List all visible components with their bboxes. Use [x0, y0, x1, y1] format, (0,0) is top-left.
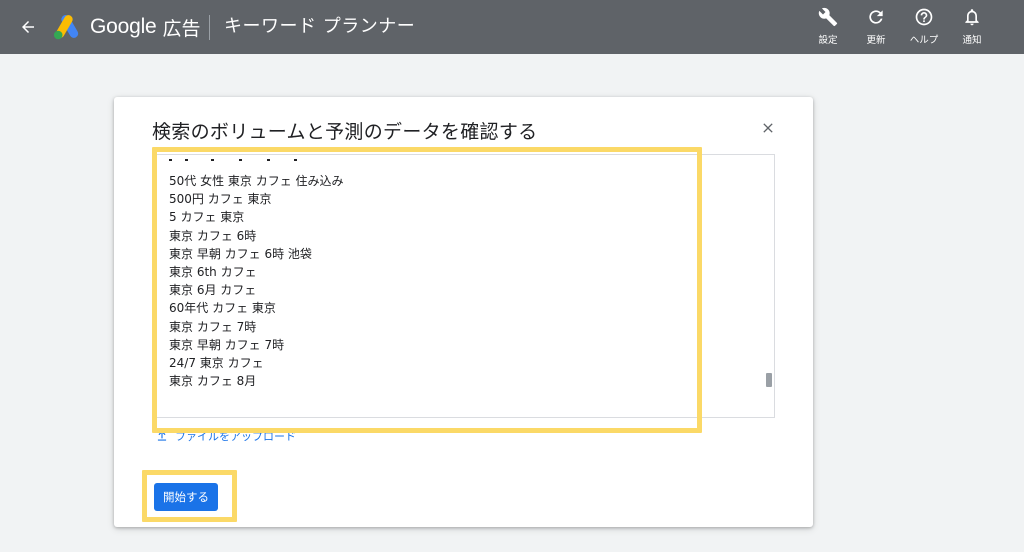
refresh-icon — [869, 10, 883, 24]
keyword-line: 東京 カフェ 8月 — [169, 374, 257, 389]
page-title: キーワード プランナー — [224, 16, 416, 37]
scrollbar-thumb[interactable] — [766, 373, 772, 387]
keywords-textarea[interactable]: 50代 女性 東京 カフェ 住み込み 500円 カフェ 東京 5 カフェ 東京 … — [155, 154, 775, 418]
keyword-line: 50代 女性 東京 カフェ 住み込み — [169, 174, 344, 188]
keyword-line: 24/7 東京 カフェ — [169, 356, 264, 371]
wrench-icon — [818, 7, 838, 27]
google-ads-logo-icon[interactable] — [53, 14, 81, 40]
topbar-divider — [209, 15, 210, 40]
clipped-text-fragment — [169, 159, 297, 161]
keyword-line: 東京 カフェ 6時 — [169, 228, 257, 243]
close-icon — [763, 123, 773, 133]
search-volume-dialog: 検索のボリュームと予測のデータを確認する 50代 女性 東京 カフェ 住み込み … — [114, 97, 813, 527]
clipped-keyword-row — [169, 155, 369, 161]
keyword-line: 500円 カフェ 東京 — [169, 192, 272, 207]
refresh-label: 更新 — [866, 35, 886, 46]
upload-file-label: ファイルをアップロード — [175, 430, 296, 443]
tools-settings-label: 設定 — [818, 35, 838, 46]
keyword-line: 東京 早朝 カフェ 6時 池袋 — [169, 246, 312, 261]
upload-file-link[interactable]: ファイルをアップロード — [155, 428, 296, 444]
bell-icon — [965, 9, 979, 26]
upload-icon — [157, 430, 167, 441]
help-label: ヘルプ — [909, 35, 939, 46]
keyword-line: 5 カフェ 東京 — [169, 210, 245, 225]
notifications-button[interactable]: 通知 — [948, 5, 996, 49]
refresh-button[interactable]: 更新 — [852, 5, 900, 49]
keyword-line: 東京 6th カフェ — [169, 265, 257, 280]
close-button[interactable] — [757, 117, 779, 139]
keywords-list: 50代 女性 東京 カフェ 住み込み 500円 カフェ 東京 5 カフェ 東京 … — [169, 172, 729, 390]
brand-name[interactable]: Google 広告 — [90, 14, 201, 40]
brand-ads: 広告 — [162, 17, 201, 40]
notifications-label: 通知 — [962, 35, 982, 46]
brand-google: Google — [90, 15, 157, 38]
top-app-bar: Google 広告 キーワード プランナー 設定 更新 ヘルプ 通知 — [0, 0, 1024, 54]
keyword-line: 東京 6月 カフェ — [169, 283, 257, 298]
help-icon — [915, 8, 933, 26]
topbar-tools: 設定 更新 ヘルプ 通知 — [804, 5, 996, 49]
keyword-line: 東京 早朝 カフェ 7時 — [169, 337, 285, 352]
keyword-line: 東京 カフェ 7時 — [169, 319, 257, 334]
tools-settings-button[interactable]: 設定 — [804, 5, 852, 49]
back-arrow-icon[interactable] — [16, 15, 40, 39]
keyword-line: 60年代 カフェ 東京 — [169, 301, 276, 316]
start-button[interactable]: 開始する — [154, 483, 218, 511]
help-button[interactable]: ヘルプ — [900, 5, 948, 49]
dialog-title: 検索のボリュームと予測のデータを確認する — [152, 121, 538, 143]
